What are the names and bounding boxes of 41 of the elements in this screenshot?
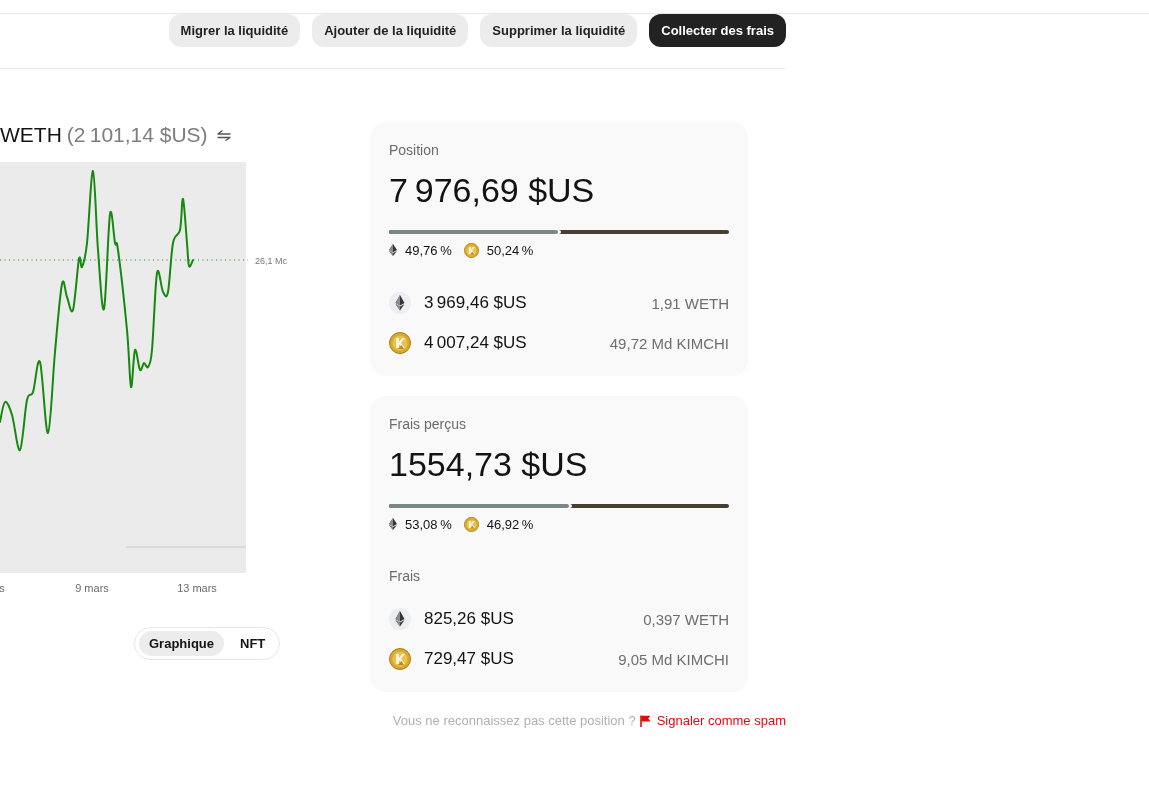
axis-label: 9 mars <box>75 582 109 594</box>
view-tab[interactable]: NFT <box>230 631 276 656</box>
coin-icon <box>463 516 479 532</box>
card-title: Frais perçus <box>389 416 468 432</box>
usd-value: 3 969,46 $US <box>424 293 527 313</box>
total-value: 1554,73 $US <box>389 444 589 484</box>
swap-icon[interactable] <box>216 129 231 141</box>
coin-icon <box>389 648 411 670</box>
share-percent: 49,76 % <box>405 242 452 258</box>
coin-icon <box>389 332 411 354</box>
token-amount: 0,397 WETH <box>643 610 729 628</box>
action-button[interactable]: Supprimer la liquidité <box>480 14 638 47</box>
token-amount: 1,91 WETH <box>651 294 729 312</box>
eth-icon <box>389 244 397 256</box>
usd-value: 729,47 $US <box>424 649 514 669</box>
section-label: Frais <box>389 568 422 584</box>
spam-question: Vous ne reconnaissez pas cette position ? <box>392 713 636 728</box>
token-amount: 49,72 Md KIMCHI <box>609 334 729 352</box>
action-button[interactable]: Migrer la liquidité <box>168 14 301 47</box>
total-value: 7 976,69 $US <box>389 170 596 210</box>
share-percent: 46,92 % <box>486 516 534 532</box>
axis-label: s <box>0 582 5 594</box>
price-label: 26,1 Mc <box>255 255 287 266</box>
view-tab[interactable]: Graphique <box>139 631 224 656</box>
collect-fees-button[interactable]: Collecter des frais <box>649 14 786 47</box>
pair-token: WETH <box>0 123 62 147</box>
usd-value: 4 007,24 $US <box>424 333 527 353</box>
pair-price: (2 101,14 $US) <box>66 123 208 147</box>
eth-icon <box>389 608 411 630</box>
report-spam-link[interactable]: Signaler comme spam <box>639 713 786 728</box>
flag-icon <box>639 714 651 727</box>
usd-value: 825,26 $US <box>424 609 514 629</box>
card-title: Position <box>389 142 440 158</box>
share-percent: 53,08 % <box>405 516 452 532</box>
share-percent: 50,24 % <box>486 242 534 258</box>
action-button[interactable]: Ajouter de la liquidité <box>312 14 469 47</box>
coin-icon <box>463 242 479 258</box>
eth-icon <box>389 292 411 314</box>
token-amount: 9,05 Md KIMCHI <box>618 650 729 668</box>
axis-label: 13 mars <box>177 582 217 594</box>
eth-icon <box>389 518 397 530</box>
